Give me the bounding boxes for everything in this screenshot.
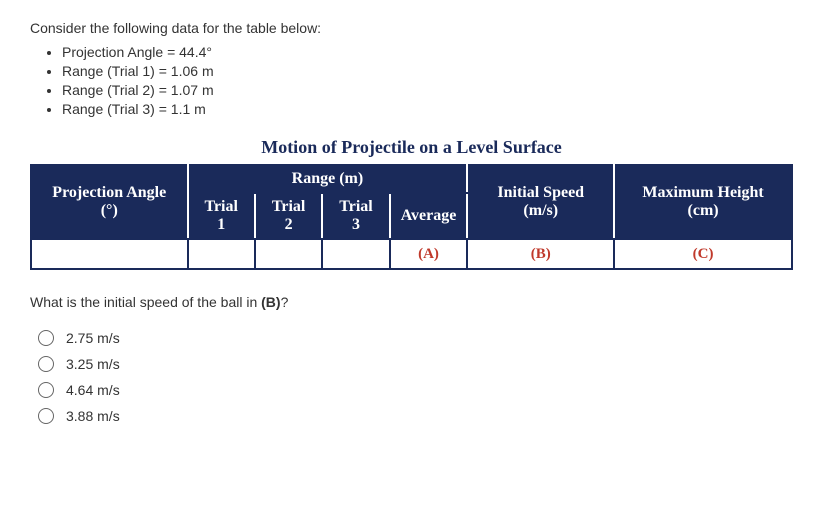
cell-projection	[31, 239, 188, 269]
radio-icon	[38, 408, 54, 424]
option-label: 2.75 m/s	[66, 330, 120, 346]
header-trial1: Trial 1	[188, 193, 255, 239]
header-max-height: Maximum Height (cm)	[614, 165, 792, 239]
option-label: 3.25 m/s	[66, 356, 120, 372]
option-2[interactable]: 3.25 m/s	[38, 356, 793, 372]
option-label: 3.88 m/s	[66, 408, 120, 424]
cell-average: (A)	[390, 239, 468, 269]
given-data-list: Projection Angle = 44.4° Range (Trial 1)…	[30, 44, 793, 117]
header-trial2: Trial 2	[255, 193, 322, 239]
question-text: What is the initial speed of the ball in…	[30, 294, 793, 310]
data-table: Projection Angle (°) Range (m) Initial S…	[30, 164, 793, 270]
header-range-group: Range (m)	[188, 165, 468, 193]
option-label: 4.64 m/s	[66, 382, 120, 398]
intro-text: Consider the following data for the tabl…	[30, 20, 793, 36]
given-item: Range (Trial 2) = 1.07 m	[62, 82, 793, 98]
question-prefix: What is the initial speed of the ball in	[30, 294, 261, 310]
option-4[interactable]: 3.88 m/s	[38, 408, 793, 424]
cell-initial-speed: (B)	[467, 239, 614, 269]
cell-trial3	[322, 239, 389, 269]
header-trial3: Trial 3	[322, 193, 389, 239]
question-bold: (B)	[261, 294, 280, 310]
cell-trial1	[188, 239, 255, 269]
options-group: 2.75 m/s 3.25 m/s 4.64 m/s 3.88 m/s	[30, 330, 793, 424]
given-item: Range (Trial 1) = 1.06 m	[62, 63, 793, 79]
table-title: Motion of Projectile on a Level Surface	[30, 137, 793, 158]
header-average: Average	[390, 193, 468, 239]
given-item: Range (Trial 3) = 1.1 m	[62, 101, 793, 117]
option-1[interactable]: 2.75 m/s	[38, 330, 793, 346]
radio-icon	[38, 382, 54, 398]
cell-trial2	[255, 239, 322, 269]
radio-icon	[38, 330, 54, 346]
cell-max-height: (C)	[614, 239, 792, 269]
question-suffix: ?	[281, 294, 289, 310]
given-item: Projection Angle = 44.4°	[62, 44, 793, 60]
option-3[interactable]: 4.64 m/s	[38, 382, 793, 398]
radio-icon	[38, 356, 54, 372]
header-initial-speed: Initial Speed (m/s)	[467, 165, 614, 239]
header-projection: Projection Angle (°)	[31, 165, 188, 239]
